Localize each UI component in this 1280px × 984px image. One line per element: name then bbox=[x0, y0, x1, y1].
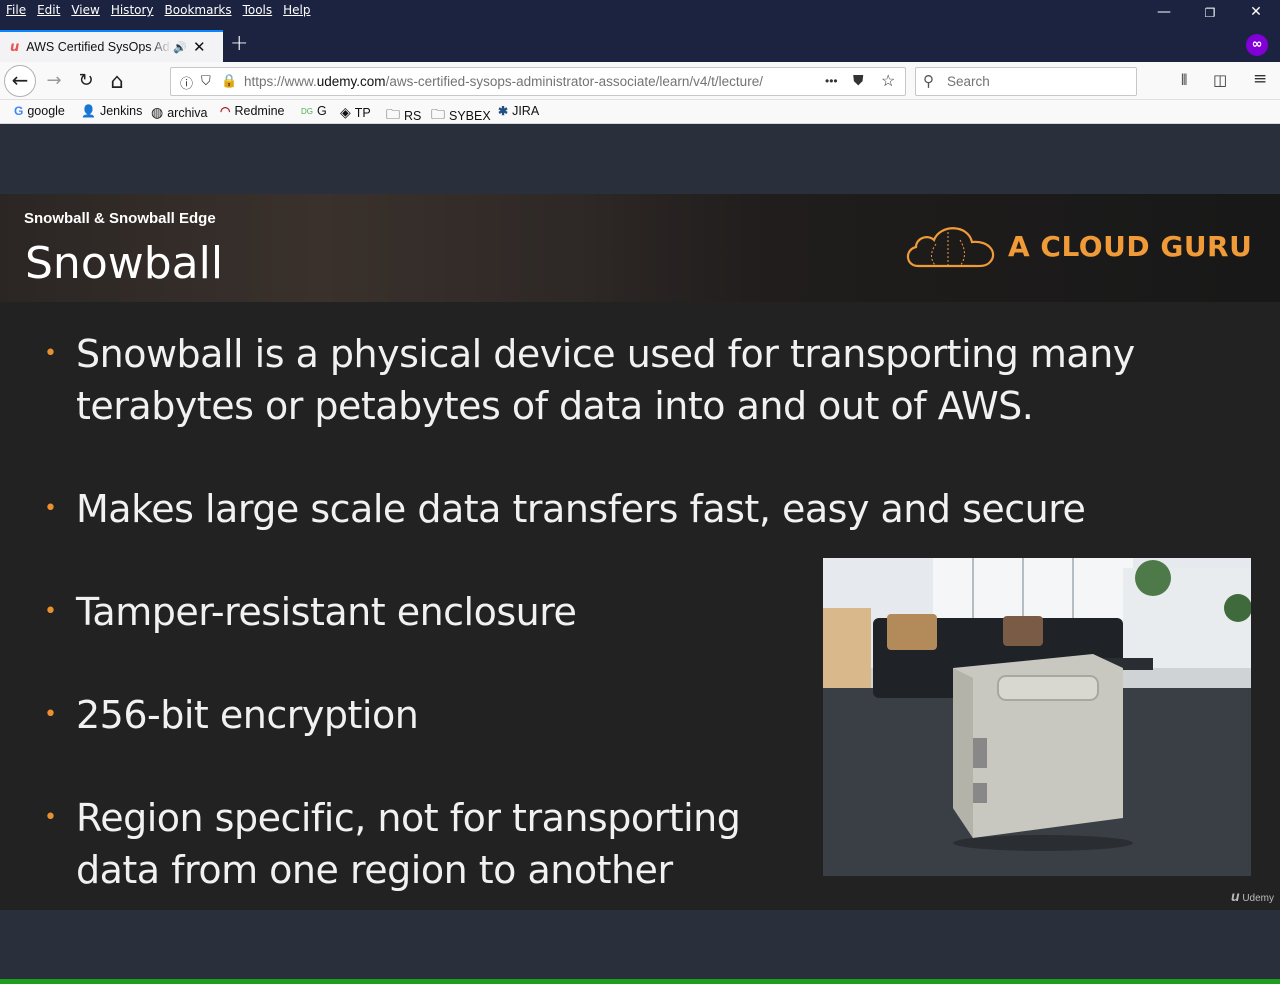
new-tab-button[interactable]: + bbox=[230, 31, 248, 56]
udemy-logo-icon: u bbox=[1230, 888, 1240, 904]
cloud-guru-logo-text: A CLOUD GURU bbox=[1008, 230, 1253, 263]
hamburger-menu-icon[interactable]: ≡ bbox=[1253, 69, 1267, 89]
diamond-icon: ◈ bbox=[340, 104, 351, 120]
progress-bar[interactable] bbox=[0, 979, 1280, 984]
google-icon: G bbox=[14, 104, 24, 118]
menu-file[interactable]: File bbox=[6, 3, 26, 17]
tab-strip: u AWS Certified SysOps Administrator 🔊 ✕… bbox=[0, 28, 1280, 62]
menu-view[interactable]: View bbox=[71, 3, 99, 17]
bullet-dot: • bbox=[44, 702, 57, 727]
bookmark-google[interactable]: G google bbox=[14, 104, 65, 118]
bullet-dot: • bbox=[44, 341, 57, 366]
jira-icon: ✱ bbox=[498, 104, 509, 118]
bullet-dot: • bbox=[44, 599, 57, 624]
bullet-line: terabytes or petabytes of data into and … bbox=[76, 384, 1034, 428]
bullet-dot: • bbox=[44, 805, 57, 830]
menu-tools[interactable]: Tools bbox=[243, 3, 273, 17]
bookmark-tp[interactable]: ◈ TP bbox=[340, 104, 371, 121]
slide-subtitle: Snowball & Snowball Edge bbox=[24, 210, 216, 227]
search-bar[interactable]: ⚲ Search bbox=[915, 67, 1137, 96]
jenkins-icon: 👤 bbox=[81, 104, 96, 118]
redmine-icon: ◠ bbox=[220, 104, 231, 118]
tab-udemy[interactable]: u AWS Certified SysOps Administrator 🔊 ✕ bbox=[0, 30, 223, 62]
bookmark-jira[interactable]: ✱ JIRA bbox=[498, 104, 539, 118]
shield-icon[interactable]: ⛉ bbox=[201, 73, 211, 89]
search-placeholder: Search bbox=[947, 74, 990, 89]
menu-help[interactable]: Help bbox=[283, 3, 310, 17]
info-icon[interactable]: ⓘ bbox=[180, 73, 193, 92]
home-button[interactable]: ⌂ bbox=[103, 67, 131, 95]
restore-button[interactable]: ❐ bbox=[1200, 6, 1220, 20]
udemy-watermark: u Udemy bbox=[1231, 888, 1274, 904]
menu-edit[interactable]: Edit bbox=[37, 3, 60, 17]
url-bar[interactable]: ⓘ ⛉ 🔒 https://www.udemy.com/aws-certifie… bbox=[170, 67, 906, 96]
close-window-button[interactable]: ✕ bbox=[1246, 4, 1266, 20]
bookmark-star-icon[interactable]: ☆ bbox=[881, 71, 895, 91]
udemy-favicon-icon: u bbox=[10, 39, 20, 55]
tab-title: AWS Certified SysOps Administrator bbox=[26, 40, 171, 54]
bullet-line: Region specific, not for transporting bbox=[76, 796, 741, 840]
bullet-line: Snowball is a physical device used for t… bbox=[76, 332, 1135, 376]
lecture-slide: Snowball & Snowball Edge Snowball A CLOU… bbox=[0, 194, 1280, 984]
snowball-device-photo bbox=[823, 558, 1251, 876]
video-player[interactable]: Snowball & Snowball Edge Snowball A CLOU… bbox=[0, 124, 1280, 984]
forward-button[interactable]: → bbox=[40, 67, 68, 95]
bookmark-redmine[interactable]: ◠ Redmine bbox=[220, 104, 285, 118]
dg-icon: DG bbox=[301, 106, 313, 116]
url-text[interactable]: https://www.udemy.com/aws-certified-syso… bbox=[244, 74, 789, 89]
bookmark-archiva[interactable]: ◍ archiva bbox=[151, 104, 208, 121]
menu-history[interactable]: History bbox=[111, 3, 154, 17]
menu-list: File Edit View History Bookmarks Tools H… bbox=[6, 3, 311, 17]
pocket-icon[interactable]: ⛊ bbox=[853, 72, 864, 89]
bookmark-jenkins[interactable]: 👤 Jenkins bbox=[81, 104, 142, 118]
bullet-line: data from one region to another bbox=[76, 848, 673, 892]
slide-heading: Snowball bbox=[25, 238, 224, 289]
lock-icon[interactable]: 🔒 bbox=[221, 73, 237, 89]
back-button[interactable]: ← bbox=[4, 65, 36, 97]
bullet-line: Makes large scale data transfers fast, e… bbox=[76, 487, 1086, 531]
close-tab-icon[interactable]: ✕ bbox=[193, 38, 206, 56]
bookmark-g[interactable]: DG G bbox=[301, 104, 327, 118]
bullet-dot: • bbox=[44, 496, 57, 521]
private-mask-icon: ∞ bbox=[1246, 34, 1268, 56]
speaker-icon[interactable]: 🔊 bbox=[173, 41, 187, 54]
menu-bookmarks[interactable]: Bookmarks bbox=[165, 3, 232, 17]
bookmarks-toolbar: G google 👤 Jenkins ◍ archiva ◠ Redmine D… bbox=[0, 100, 1280, 124]
udemy-watermark-text: Udemy bbox=[1242, 893, 1274, 904]
slide-header: Snowball & Snowball Edge Snowball A CLOU… bbox=[0, 194, 1280, 302]
menu-bar: File Edit View History Bookmarks Tools H… bbox=[0, 0, 1280, 28]
bullet-line: 256-bit encryption bbox=[76, 693, 419, 737]
sidebar-icon[interactable]: ◫ bbox=[1213, 71, 1227, 89]
search-icon: ⚲ bbox=[923, 73, 934, 90]
bullet-line: Tamper-resistant enclosure bbox=[76, 590, 577, 634]
page-actions-icon[interactable]: ••• bbox=[825, 74, 838, 88]
minimize-button[interactable]: — bbox=[1154, 4, 1174, 20]
globe-icon: ◍ bbox=[151, 104, 164, 120]
reload-button[interactable]: ↻ bbox=[72, 67, 100, 95]
library-icon[interactable]: ⫴ bbox=[1181, 71, 1187, 89]
navigation-bar: ← → ↻ ⌂ ⓘ ⛉ 🔒 https://www.udemy.com/aws-… bbox=[0, 62, 1280, 100]
